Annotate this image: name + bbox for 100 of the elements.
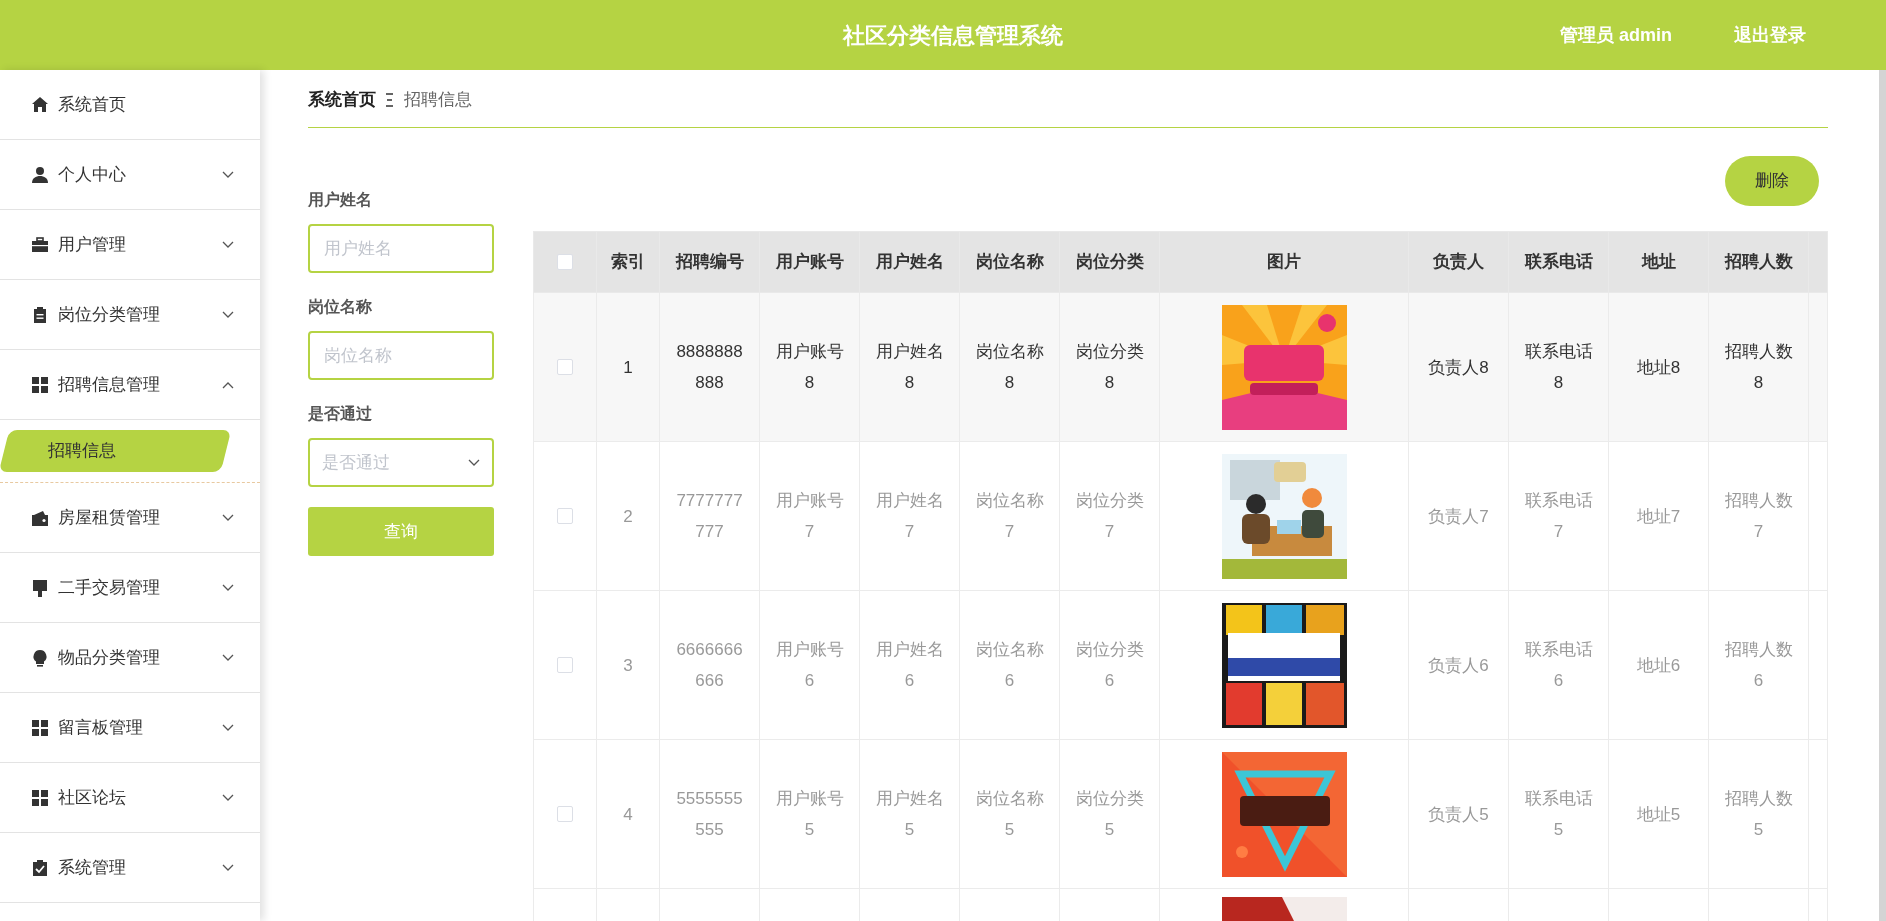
table-cell-text: 岗位名称6: [974, 639, 1045, 692]
clipboard-check-icon: [31, 858, 49, 877]
field-label: 是否通过: [308, 404, 373, 424]
checkbox[interactable]: [557, 657, 573, 673]
table-cell-text: 负责人7: [1427, 505, 1490, 528]
field-label: 岗位名称: [308, 297, 373, 317]
table-cell-text: 岗位分类6: [1074, 639, 1145, 692]
grid-icon: [31, 788, 49, 807]
table-cell-text: 用户账号8: [774, 341, 845, 394]
table-cell-text: 用户账号6: [774, 639, 845, 692]
sidebar-item[interactable]: 招聘信息管理: [0, 350, 260, 420]
chevron-down-icon: [222, 170, 234, 179]
sidebar-item[interactable]: 个人中心: [0, 140, 260, 210]
table-cell-text: 用户姓名6: [874, 639, 945, 692]
briefcase-icon: [31, 235, 49, 254]
sidebar-item[interactable]: 用户管理: [0, 210, 260, 280]
sidebar-item[interactable]: 留言板管理: [0, 693, 260, 763]
table-cell-text: 招聘人数7: [1723, 490, 1794, 543]
table-cell-text: 5555555555: [675, 788, 744, 841]
table-cell-text: 联系电话6: [1523, 639, 1594, 692]
table-cell-text: 2: [622, 505, 634, 528]
column-header: 用户姓名: [859, 231, 960, 293]
sidebar-subitem[interactable]: 招聘信息: [0, 430, 232, 472]
table-cell-text: 岗位分类7: [1074, 490, 1145, 543]
separator-icon: [386, 93, 394, 107]
table-cell-text: 岗位名称5: [974, 788, 1045, 841]
column-header: 地址: [1608, 231, 1709, 293]
column-header: 图片: [1159, 231, 1409, 293]
brush-icon: [31, 578, 49, 597]
table-cell-text: 联系电话8: [1523, 341, 1594, 394]
checkbox[interactable]: [557, 806, 573, 822]
table-cell-text: 1: [622, 356, 634, 379]
table-cell-text: 4: [622, 803, 634, 826]
sidebar-item[interactable]: 系统首页: [0, 70, 260, 140]
chevron-down-icon: [468, 458, 480, 467]
table-cell-text: 岗位分类5: [1074, 788, 1145, 841]
column-header: 负责人: [1408, 231, 1509, 293]
user-icon: [31, 165, 49, 184]
table-cell-text: 岗位分类8: [1074, 341, 1145, 394]
column-header: 招聘编号: [659, 231, 760, 293]
sidebar-item[interactable]: 社区论坛: [0, 763, 260, 833]
input-field[interactable]: 用户姓名: [308, 224, 494, 273]
chevron-down-icon: [222, 513, 234, 522]
chevron-up-icon: [222, 380, 234, 389]
grid-icon: [31, 375, 49, 394]
table-cell-text: 负责人8: [1427, 356, 1490, 379]
clipboard-icon: [31, 305, 49, 324]
table-cell-text: 负责人5: [1427, 803, 1490, 826]
chevron-down-icon: [222, 310, 234, 319]
breadcrumb-link[interactable]: 系统首页: [308, 87, 376, 113]
field-label: 用户姓名: [308, 190, 373, 210]
sidebar-item[interactable]: 物品分类管理: [0, 623, 260, 693]
delete-button[interactable]: 删除: [1725, 156, 1819, 206]
table-cell-text: 3: [622, 654, 634, 677]
scrollbar[interactable]: [1879, 70, 1886, 921]
chevron-down-icon: [222, 583, 234, 592]
sidebar-item[interactable]: 岗位分类管理: [0, 280, 260, 350]
bulb-icon: [31, 648, 49, 667]
breadcrumb-current: 招聘信息: [404, 89, 472, 112]
column-header: 联系电话: [1508, 231, 1609, 293]
chevron-down-icon: [222, 653, 234, 662]
table-cell-text: 地址6: [1635, 654, 1682, 677]
column-header: 岗位名称: [959, 231, 1060, 293]
table-cell-text: 地址7: [1635, 505, 1682, 528]
chevron-down-icon: [222, 240, 234, 249]
table-cell-text: 用户账号7: [774, 490, 845, 543]
sidebar-item[interactable]: 二手交易管理: [0, 553, 260, 623]
chevron-down-icon: [222, 723, 234, 732]
table-cell-text: 联系电话5: [1523, 788, 1594, 841]
sidebar-item[interactable]: 房屋租赁管理: [0, 483, 260, 553]
app-title: 社区分类信息管理系统: [843, 21, 1063, 50]
table-cell-text: 用户姓名5: [874, 788, 945, 841]
column-header: 用户账号: [759, 231, 860, 293]
table-cell-text: 地址8: [1635, 356, 1682, 379]
table-cell-text: 负责人6: [1427, 654, 1490, 677]
table-cell-text: 8888888888: [675, 341, 744, 394]
table-cell-text: 6666666666: [675, 639, 744, 692]
table-cell-text: 招聘人数5: [1723, 788, 1794, 841]
column-header: 招聘人数: [1708, 231, 1809, 293]
input-field[interactable]: 岗位名称: [308, 331, 494, 380]
checkbox[interactable]: [557, 508, 573, 524]
chevron-down-icon: [222, 793, 234, 802]
checkbox[interactable]: [557, 359, 573, 375]
table-cell-text: 用户姓名8: [874, 341, 945, 394]
checkbox[interactable]: [557, 254, 573, 270]
wallet-icon: [31, 508, 49, 527]
home-icon: [31, 95, 49, 114]
table-cell-text: 用户账号5: [774, 788, 845, 841]
grid-icon: [31, 718, 49, 737]
table-cell-text: 7777777777: [675, 490, 744, 543]
table-cell-text: 招聘人数6: [1723, 639, 1794, 692]
column-header: 岗位分类: [1059, 231, 1160, 293]
table-cell-text: 地址5: [1635, 803, 1682, 826]
table-cell-text: 联系电话7: [1523, 490, 1594, 543]
table-cell-text: 用户姓名7: [874, 490, 945, 543]
user-label: 管理员 admin: [1560, 23, 1672, 47]
table-cell-text: 招聘人数8: [1723, 341, 1794, 394]
table-cell-text: 岗位名称8: [974, 341, 1045, 394]
table-row[interactable]: 1 8888888888 用户账号8 用户姓名8 岗位名称8 岗位分类8 负责人8 联系电话8 地址8 招聘人数8: [533, 292, 1828, 442]
sidebar-item[interactable]: 系统管理: [0, 833, 260, 903]
